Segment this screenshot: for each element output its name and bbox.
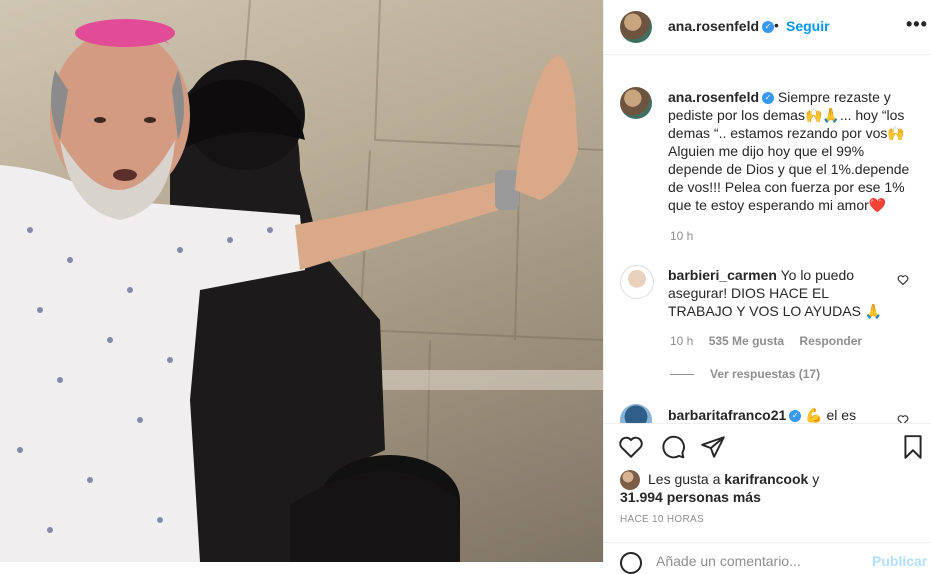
photo-illustration — [0, 0, 603, 562]
separator-dot: • — [774, 17, 779, 33]
comment-author[interactable]: barbaritafranco21 — [668, 407, 786, 423]
paper-plane-icon[interactable] — [700, 434, 726, 460]
comment-author[interactable]: barbieri_carmen — [668, 267, 777, 283]
comment-time[interactable]: 10 h — [670, 334, 693, 348]
emoji-icon[interactable] — [620, 552, 642, 574]
comments-list[interactable]: ana.rosenfeld ✓ Siempre rezaste y pediste… — [604, 55, 931, 423]
bookmark-icon[interactable] — [900, 434, 926, 460]
liker-username[interactable]: karifrancook — [724, 471, 808, 487]
comment: barbieri_carmen Yo lo puedo asegurar! DI… — [668, 266, 893, 320]
likes-count[interactable]: 31.994 personas más — [620, 489, 761, 505]
post-timestamp[interactable]: HACE 10 HORAS — [620, 514, 704, 525]
caption-author[interactable]: ana.rosenfeld — [668, 89, 759, 105]
author-avatar[interactable] — [620, 11, 652, 43]
reply-button[interactable]: Responder — [799, 334, 862, 348]
action-bar — [604, 423, 931, 470]
comment-text: 💪 el es — [805, 407, 857, 423]
comment-verified-badge-icon: ✓ — [789, 410, 802, 423]
comment-like-heart-icon[interactable] — [897, 274, 909, 286]
comment-avatar[interactable] — [620, 404, 652, 423]
post-details-panel: ana.rosenfeld ✓ • Seguir ••• ana.rosenfel… — [603, 0, 931, 574]
likes-suffix: y — [812, 471, 820, 487]
post-photo[interactable] — [0, 0, 603, 562]
post-comment-button[interactable]: Publicar — [872, 553, 927, 569]
heart-icon[interactable] — [618, 434, 644, 460]
replies-divider — [670, 374, 694, 376]
caption-author-avatar[interactable] — [620, 87, 652, 119]
post-header: ana.rosenfeld ✓ • Seguir ••• — [604, 0, 931, 55]
comment: barbaritafranco21 ✓ 💪 el es — [668, 406, 893, 423]
likes-summary: Les gusta a karifrancook y 31.994 person… — [620, 470, 920, 506]
comment-like-heart-icon[interactable] — [897, 414, 909, 423]
author-username[interactable]: ana.rosenfeld — [668, 18, 759, 34]
more-options-icon[interactable]: ••• — [906, 14, 928, 35]
comment-likes[interactable]: 535 Me gusta — [709, 334, 784, 348]
caption-text: Siempre rezaste y pediste por los demas🙌… — [668, 89, 910, 213]
view-replies-button[interactable]: Ver respuestas (17) — [670, 367, 820, 381]
caption: ana.rosenfeld ✓ Siempre rezaste y pediste… — [668, 88, 918, 214]
comment-meta: 10 h 535 Me gusta Responder — [670, 334, 862, 348]
add-comment-bar: Añade un comentario... Publicar — [604, 542, 931, 574]
instagram-post-modal: ana.rosenfeld ✓ • Seguir ••• ana.rosenfel… — [0, 0, 931, 574]
verified-badge-icon: ✓ — [762, 21, 775, 34]
follow-button[interactable]: Seguir — [786, 18, 830, 34]
likes-prefix: Les gusta a — [648, 471, 721, 487]
comment-icon[interactable] — [660, 434, 686, 460]
caption-time[interactable]: 10 h — [670, 229, 693, 243]
comment-input[interactable]: Añade un comentario... — [656, 553, 801, 569]
liker-avatar[interactable] — [620, 470, 640, 490]
comment-avatar[interactable] — [620, 265, 654, 299]
view-replies-label: Ver respuestas (17) — [710, 367, 821, 381]
caption-verified-badge-icon: ✓ — [762, 92, 775, 105]
author-username-row: ana.rosenfeld ✓ — [668, 18, 775, 34]
